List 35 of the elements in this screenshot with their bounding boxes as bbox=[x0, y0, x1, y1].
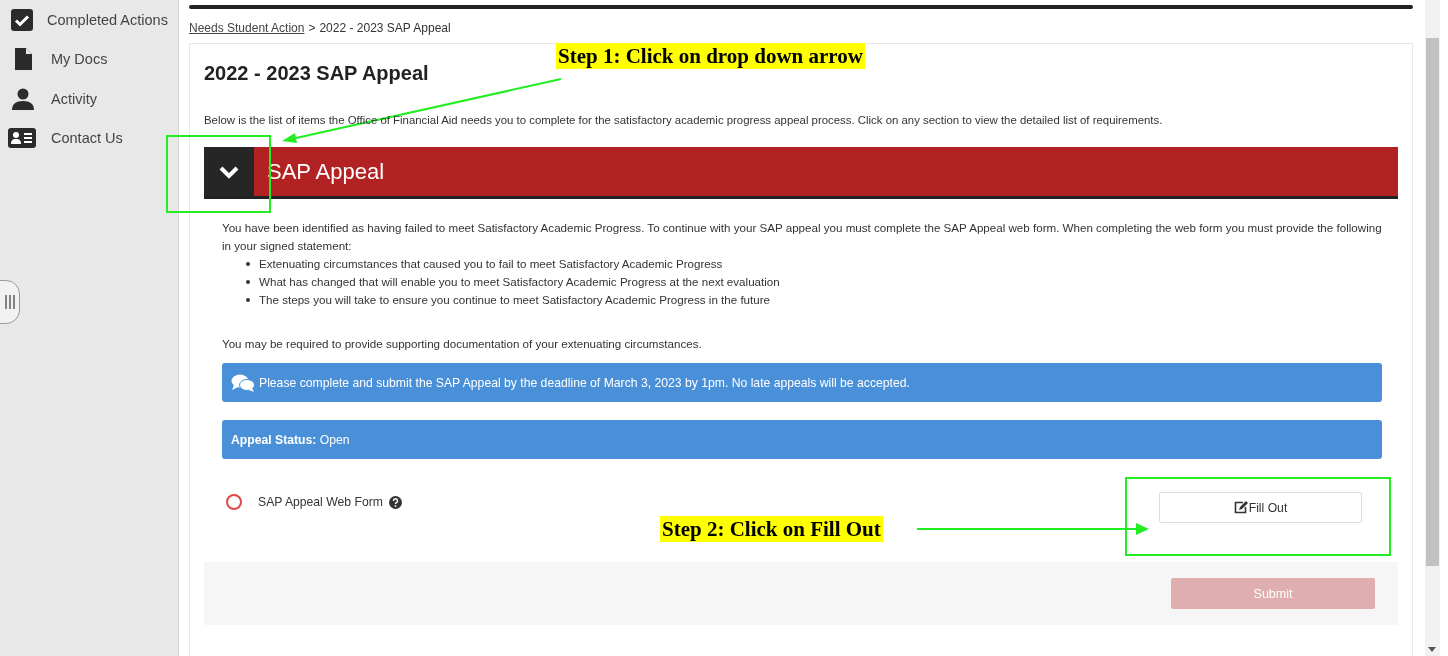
sidebar-item[interactable]: Contact Us bbox=[51, 130, 123, 147]
sidebar-item[interactable]: Activity bbox=[51, 90, 97, 107]
bullet-dot bbox=[246, 280, 250, 284]
scroll-down-icon[interactable] bbox=[1428, 647, 1436, 652]
checkbox-icon bbox=[10, 7, 34, 32]
annotation-label: Step 1: Click on drop down arrow bbox=[556, 43, 865, 69]
bullet-text: Extenuating circumstances that caused you to fail to meet Satisfactory Academic Progress bbox=[259, 256, 723, 272]
help-icon[interactable] bbox=[388, 495, 402, 509]
bullet-dot bbox=[246, 298, 250, 302]
sidebar-item[interactable]: Completed Actions bbox=[47, 11, 168, 28]
scrollbar[interactable] bbox=[1425, 0, 1440, 656]
status-text: Appeal Status: Open bbox=[231, 432, 350, 447]
bullet-text: What has changed that will enable you to meet Satisfactory Academic Progress at the next evaluation bbox=[259, 274, 780, 290]
edit-icon bbox=[1233, 501, 1248, 514]
instructions-text: You have been identified as having failed to meet Satisfactory Academic Progress. To continue with your SAP appeal you must complete the SAP Appeal web form. When completing the web form you must provide the following in your signed statement: bbox=[222, 220, 1383, 254]
chevron-icon bbox=[218, 164, 240, 179]
breadcrumb-current: 2022 - 2023 SAP Appeal bbox=[319, 21, 451, 37]
sidebar-item[interactable]: My Docs bbox=[51, 51, 108, 68]
note-text: You may be required to provide supporting documentation of your extenuating circumstances. bbox=[222, 336, 703, 352]
person-icon bbox=[11, 86, 35, 111]
fill-out-button[interactable]: Fill Out bbox=[1159, 492, 1362, 523]
expand-toggle[interactable] bbox=[204, 147, 254, 196]
bullet-dot bbox=[246, 262, 250, 266]
sidebar-toggle-handle[interactable] bbox=[0, 280, 20, 324]
scrollbar-thumb[interactable] bbox=[1426, 38, 1439, 566]
annotation-label: Step 2: Click on Fill Out bbox=[660, 516, 883, 542]
chat-bubbles-icon bbox=[231, 373, 255, 392]
contact-card-icon bbox=[8, 128, 36, 149]
grip-icon bbox=[5, 294, 15, 310]
alert-text: Please complete and submit the SAP Appeal by the deadline of March 3, 2023 by 1pm. No late appeals will be accepted. bbox=[259, 375, 910, 390]
breadcrumb-link[interactable]: Needs Student Action bbox=[189, 21, 305, 37]
breadcrumb-separator: > bbox=[308, 21, 316, 37]
bullet-text: The steps you will take to ensure you continue to meet Satisfactory Academic Progress in the future bbox=[259, 292, 771, 308]
requirement-label: SAP Appeal Web Form bbox=[258, 495, 383, 509]
page-title: 2022 - 2023 SAP Appeal bbox=[204, 62, 429, 86]
